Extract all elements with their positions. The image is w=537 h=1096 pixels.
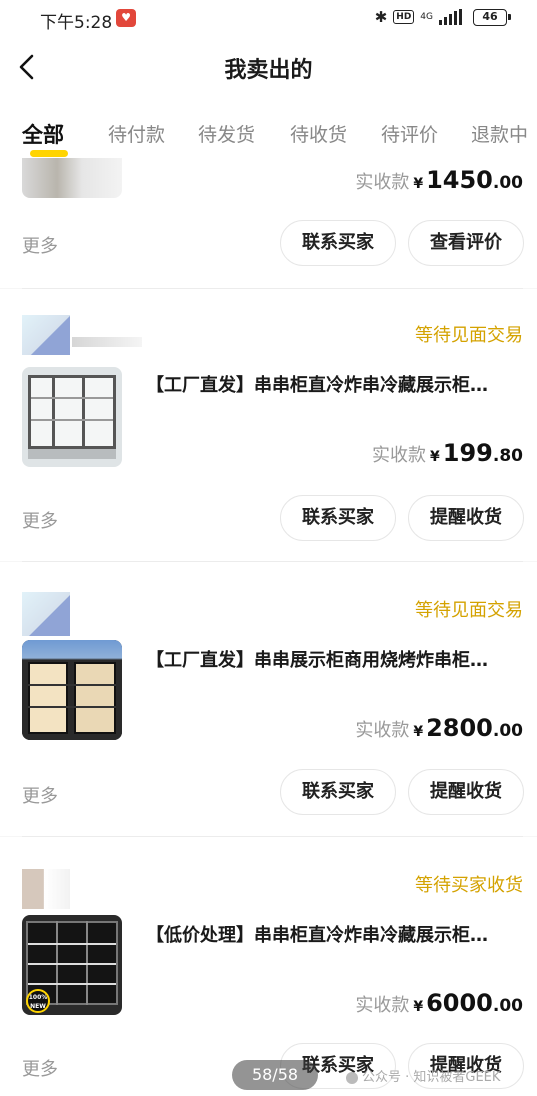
price-integer: 199 xyxy=(442,439,493,467)
contact-buyer-button[interactable]: 联系买家 xyxy=(280,220,396,266)
more-link[interactable]: 更多 xyxy=(22,232,58,258)
contact-buyer-button[interactable]: 联系买家 xyxy=(280,769,396,815)
battery-icon: 46 xyxy=(473,8,511,26)
bluetooth-icon: ✱ xyxy=(374,8,388,26)
currency-symbol: ¥ xyxy=(413,176,424,192)
tab-pending-shipment[interactable]: 待发货 xyxy=(198,120,255,147)
product-title[interactable]: 【低价处理】串串柜直冷炸串冷藏展示柜… xyxy=(146,921,518,947)
price-integer: 1450 xyxy=(426,166,493,194)
page-title: 我卖出的 xyxy=(224,58,313,83)
order-card[interactable]: 等待见面交易 【工厂直发】串串柜直冷炸串冷藏展示柜… 实收款 ¥ 199 .80… xyxy=(0,289,537,561)
price-integer: 6000 xyxy=(426,989,493,1017)
watermark-text: 公众号 · 知识被者GEEK xyxy=(362,1070,501,1085)
buyer-avatar xyxy=(22,592,70,636)
view-review-button[interactable]: 查看评价 xyxy=(408,220,524,266)
order-card[interactable]: 实收款 ¥ 1450 .00 更多 联系买家 查看评价 xyxy=(0,158,537,288)
price-decimal: .80 xyxy=(492,446,523,466)
status-icons: ✱ HD 4G 46 xyxy=(374,8,511,26)
tab-pending-payment[interactable]: 待付款 xyxy=(108,120,165,147)
buyer-avatar xyxy=(22,315,70,355)
order-status: 等待买家收货 xyxy=(415,875,523,896)
order-status: 等待见面交易 xyxy=(415,325,523,346)
product-thumbnail[interactable] xyxy=(22,367,122,467)
contact-buyer-button[interactable]: 联系买家 xyxy=(280,495,396,541)
network-label: 4G xyxy=(420,12,433,22)
order-tabs: 全部 待付款 待发货 待收货 待评价 退款中 xyxy=(0,100,537,158)
remind-receipt-button[interactable]: 提醒收货 xyxy=(408,495,524,541)
price-label: 实收款 xyxy=(372,445,427,466)
product-thumbnail[interactable] xyxy=(22,640,122,740)
order-status: 等待见面交易 xyxy=(415,600,523,621)
product-thumbnail-partial xyxy=(22,158,134,200)
price-label: 实收款 xyxy=(355,995,410,1016)
status-bar: 下午5:28 ♥ ✱ HD 4G 46 xyxy=(0,0,537,36)
new-badge: 100% NEW xyxy=(26,989,50,1013)
price-decimal: .00 xyxy=(492,721,523,741)
price-label: 实收款 xyxy=(355,720,410,741)
currency-symbol: ¥ xyxy=(430,449,440,465)
price-row: 实收款 ¥ 199 .80 xyxy=(372,439,523,467)
tab-pending-review[interactable]: 待评价 xyxy=(381,120,438,147)
status-time: 下午5:28 xyxy=(40,13,113,33)
price-row: 实收款 ¥ 2800 .00 xyxy=(355,714,523,742)
more-link[interactable]: 更多 xyxy=(22,507,58,533)
tab-all[interactable]: 全部 xyxy=(22,119,64,149)
price-integer: 2800 xyxy=(426,714,493,742)
tab-refunding[interactable]: 退款中 xyxy=(471,120,528,147)
price-row: 实收款 ¥ 6000 .00 xyxy=(355,989,523,1017)
tab-pending-receipt[interactable]: 待收货 xyxy=(290,120,347,147)
watermark: 公众号 · 知识被者GEEK xyxy=(346,1066,500,1085)
wechat-icon xyxy=(346,1071,358,1084)
product-title[interactable]: 【工厂直发】串串柜直冷炸串冷藏展示柜… xyxy=(146,371,518,397)
buyer-avatar xyxy=(22,869,70,909)
notification-app-icon: ♥ xyxy=(116,9,136,27)
price-decimal: .00 xyxy=(492,996,523,1016)
currency-symbol: ¥ xyxy=(413,999,424,1015)
remind-receipt-button[interactable]: 提醒收货 xyxy=(408,769,524,815)
signal-icon xyxy=(439,9,467,25)
buyer-name-blurred xyxy=(72,337,142,347)
price-row: 实收款 ¥ 1450 .00 xyxy=(355,166,523,194)
active-tab-indicator xyxy=(30,150,68,157)
more-link[interactable]: 更多 xyxy=(22,782,58,808)
price-decimal: .00 xyxy=(492,173,523,193)
more-link[interactable]: 更多 xyxy=(22,1055,58,1081)
hd-icon: HD xyxy=(393,10,415,24)
price-label: 实收款 xyxy=(355,172,410,193)
product-title[interactable]: 【工厂直发】串串展示柜商用烧烤炸串柜… xyxy=(146,646,518,672)
page-indicator: 58/58 xyxy=(232,1060,318,1090)
header: 我卖出的 xyxy=(0,36,537,100)
currency-symbol: ¥ xyxy=(413,724,424,740)
order-card[interactable]: 等待见面交易 【工厂直发】串串展示柜商用烧烤炸串柜… 实收款 ¥ 2800 .0… xyxy=(0,562,537,836)
product-thumbnail[interactable]: 100% NEW xyxy=(22,915,122,1015)
order-card[interactable]: 等待买家收货 100% NEW 【低价处理】串串柜直冷炸串冷藏展示柜… 实收款 … xyxy=(0,837,537,1096)
